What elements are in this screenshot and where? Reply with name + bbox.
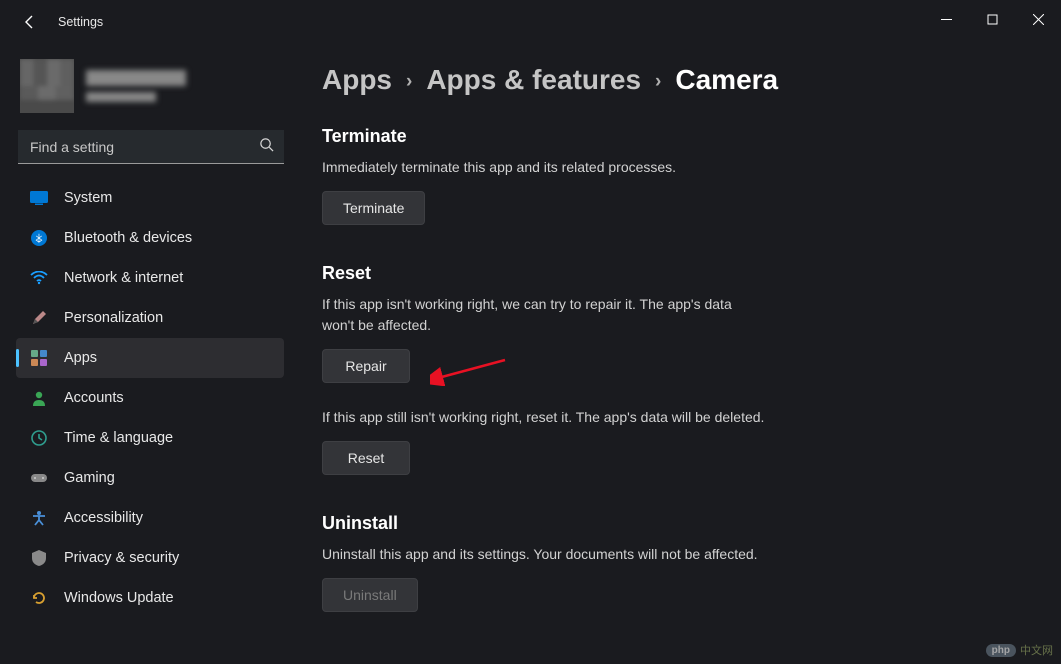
breadcrumb-apps[interactable]: Apps xyxy=(322,64,392,96)
sidebar-item-label: Personalization xyxy=(64,310,163,326)
reset-desc-1: If this app isn't working right, we can … xyxy=(322,294,752,335)
maximize-button[interactable] xyxy=(969,3,1015,35)
chevron-right-icon: › xyxy=(655,71,661,93)
sidebar-item-windows-update[interactable]: Windows Update xyxy=(16,578,284,618)
system-icon xyxy=(30,189,48,207)
sidebar: System Bluetooth & devices Network & int… xyxy=(0,44,298,664)
uninstall-title: Uninstall xyxy=(322,513,1021,534)
reset-desc-2: If this app still isn't working right, r… xyxy=(322,407,822,427)
user-text xyxy=(86,70,186,102)
reset-title: Reset xyxy=(322,263,1021,284)
watermark-badge: php xyxy=(986,644,1016,657)
nav: System Bluetooth & devices Network & int… xyxy=(16,178,296,618)
shield-icon xyxy=(30,549,48,567)
breadcrumb: Apps › Apps & features › Camera xyxy=(322,64,1021,96)
sidebar-item-bluetooth[interactable]: Bluetooth & devices xyxy=(16,218,284,258)
sidebar-item-label: Bluetooth & devices xyxy=(64,230,192,246)
gamepad-icon xyxy=(30,469,48,487)
search-input[interactable] xyxy=(18,130,284,164)
chevron-right-icon: › xyxy=(406,71,412,93)
watermark: php 中文网 xyxy=(986,642,1053,658)
terminate-desc: Immediately terminate this app and its r… xyxy=(322,157,752,177)
update-icon xyxy=(30,589,48,607)
person-icon xyxy=(30,389,48,407)
watermark-text: 中文网 xyxy=(1020,642,1053,658)
window-title: Settings xyxy=(58,15,103,29)
repair-button[interactable]: Repair xyxy=(322,349,410,383)
sidebar-item-label: Gaming xyxy=(64,470,115,486)
sidebar-item-label: Accounts xyxy=(64,390,124,406)
accessibility-icon xyxy=(30,509,48,527)
sidebar-item-label: Accessibility xyxy=(64,510,143,526)
terminate-title: Terminate xyxy=(322,126,1021,147)
minimize-button[interactable] xyxy=(923,3,969,35)
avatar xyxy=(20,59,74,113)
sidebar-item-system[interactable]: System xyxy=(16,178,284,218)
search-icon xyxy=(259,137,274,157)
user-email-redacted xyxy=(86,92,156,102)
bluetooth-icon xyxy=(30,229,48,247)
sidebar-item-time[interactable]: Time & language xyxy=(16,418,284,458)
uninstall-desc: Uninstall this app and its settings. You… xyxy=(322,544,822,564)
sidebar-item-gaming[interactable]: Gaming xyxy=(16,458,284,498)
close-button[interactable] xyxy=(1015,3,1061,35)
sidebar-item-privacy[interactable]: Privacy & security xyxy=(16,538,284,578)
back-button[interactable] xyxy=(18,10,42,34)
user-account-block[interactable] xyxy=(16,50,296,122)
sidebar-item-label: Apps xyxy=(64,350,97,366)
sidebar-item-label: Time & language xyxy=(64,430,173,446)
sidebar-item-personalization[interactable]: Personalization xyxy=(16,298,284,338)
sidebar-item-label: System xyxy=(64,190,112,206)
sidebar-item-label: Privacy & security xyxy=(64,550,179,566)
apps-icon xyxy=(30,349,48,367)
window-controls xyxy=(923,9,1061,35)
brush-icon xyxy=(30,309,48,327)
breadcrumb-current: Camera xyxy=(675,64,778,96)
clock-icon xyxy=(30,429,48,447)
sidebar-item-accessibility[interactable]: Accessibility xyxy=(16,498,284,538)
sidebar-item-label: Windows Update xyxy=(64,590,174,606)
sidebar-item-network[interactable]: Network & internet xyxy=(16,258,284,298)
breadcrumb-apps-features[interactable]: Apps & features xyxy=(426,64,641,96)
wifi-icon xyxy=(30,269,48,287)
search-wrap xyxy=(18,130,284,164)
reset-button[interactable]: Reset xyxy=(322,441,410,475)
sidebar-item-accounts[interactable]: Accounts xyxy=(16,378,284,418)
terminate-button[interactable]: Terminate xyxy=(322,191,425,225)
uninstall-button: Uninstall xyxy=(322,578,418,612)
main-content: Apps › Apps & features › Camera Terminat… xyxy=(298,44,1061,664)
sidebar-item-apps[interactable]: Apps xyxy=(16,338,284,378)
sidebar-item-label: Network & internet xyxy=(64,270,183,286)
title-bar: Settings xyxy=(0,0,1061,44)
user-name-redacted xyxy=(86,70,186,86)
